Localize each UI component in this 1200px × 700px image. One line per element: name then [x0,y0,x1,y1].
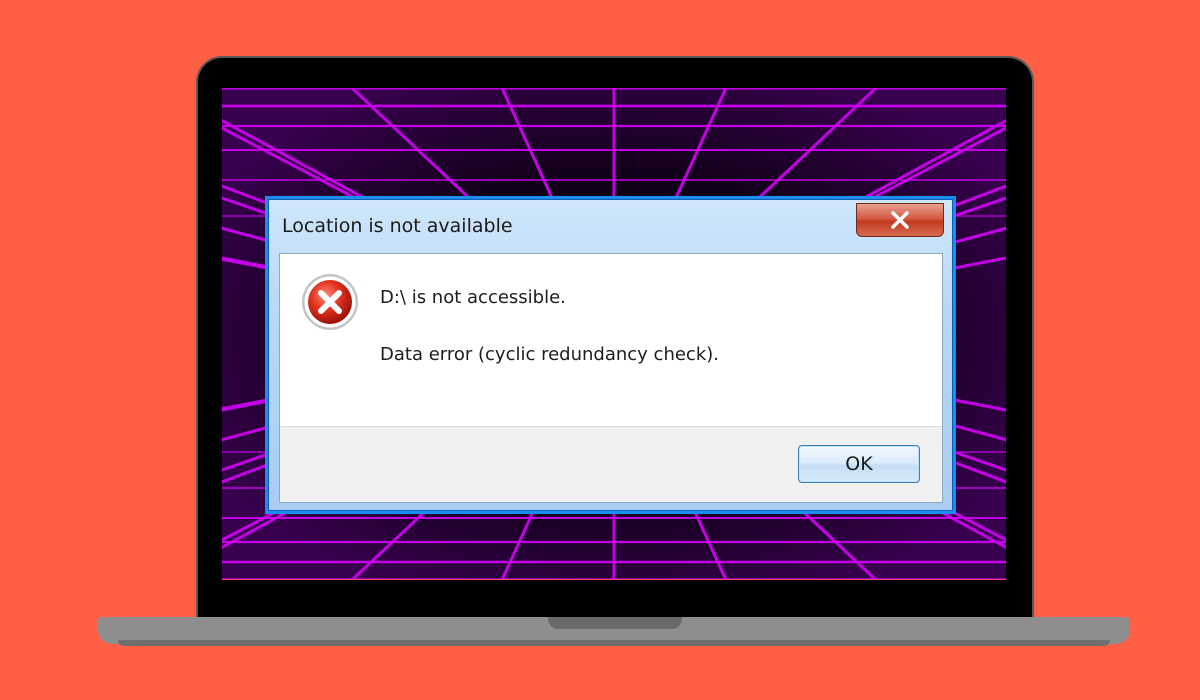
error-message: D:\ is not accessible. [380,287,566,308]
laptop-notch [548,617,682,629]
close-button[interactable] [856,203,944,237]
dialog-title: Location is not available [282,215,513,237]
message-area: D:\ is not accessible. Data error (cycli… [280,254,942,426]
close-icon [891,211,909,229]
error-icon [302,274,358,330]
ok-button[interactable]: OK [798,445,920,483]
laptop-base-shadow [118,640,1110,646]
error-detail: Data error (cyclic redundancy check). [380,344,719,365]
dialog-content: D:\ is not accessible. Data error (cycli… [279,253,943,503]
error-dialog: Location is not available D:\ is not acc… [265,196,956,514]
button-bar: OK [280,426,942,502]
